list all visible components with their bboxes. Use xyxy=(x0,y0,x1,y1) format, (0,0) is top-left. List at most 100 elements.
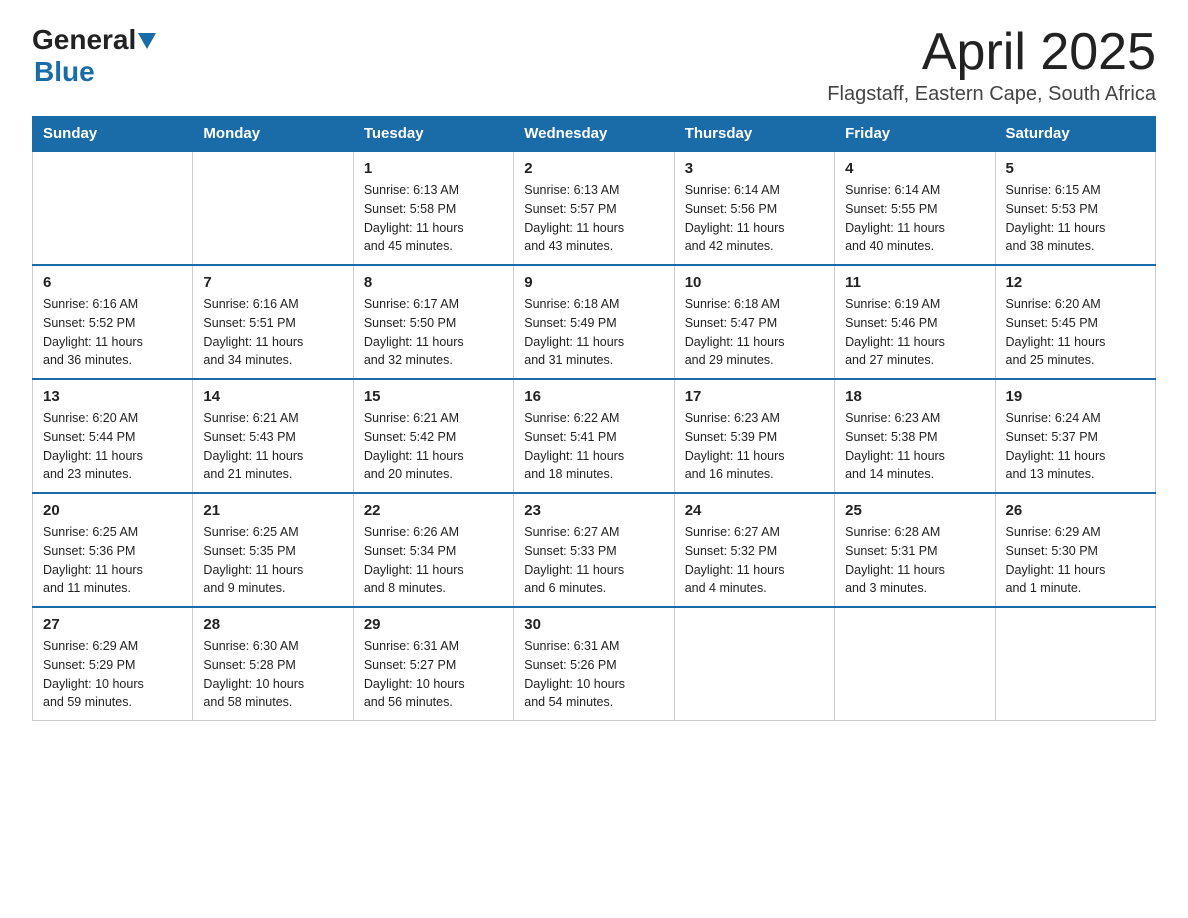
day-info: Sunrise: 6:27 AM Sunset: 5:33 PM Dayligh… xyxy=(524,523,663,598)
calendar-cell: 24Sunrise: 6:27 AM Sunset: 5:32 PM Dayli… xyxy=(674,493,834,607)
col-thursday: Thursday xyxy=(674,117,834,152)
calendar-cell: 25Sunrise: 6:28 AM Sunset: 5:31 PM Dayli… xyxy=(835,493,995,607)
col-wednesday: Wednesday xyxy=(514,117,674,152)
day-number: 28 xyxy=(203,616,342,633)
calendar-cell: 19 Sunrise: 6:24 AM Sunset: 5:37 PM Dayli… xyxy=(995,379,1155,493)
calendar-cell xyxy=(995,607,1155,721)
calendar-cell: 3Sunrise: 6:14 AM Sunset: 5:56 PM Daylig… xyxy=(674,151,834,265)
calendar-week-row: 6Sunrise: 6:16 AM Sunset: 5:52 PM Daylig… xyxy=(33,265,1156,379)
day-number: 14 xyxy=(203,388,342,405)
col-friday: Friday xyxy=(835,117,995,152)
day-info: Sunrise: 6:18 AM Sunset: 5:49 PM Dayligh… xyxy=(524,295,663,370)
calendar-cell: 18 Sunrise: 6:23 AM Sunset: 5:38 PM Dayli… xyxy=(835,379,995,493)
logo: General Blue xyxy=(32,24,156,88)
day-number: 29 xyxy=(364,616,503,633)
calendar-cell: 29 Sunrise: 6:31 AM Sunset: 5:27 PM Dayli… xyxy=(353,607,513,721)
day-number: 17 xyxy=(685,388,824,405)
day-number: 21 xyxy=(203,502,342,519)
day-info: Sunrise: 6:31 AM Sunset: 5:26 PM Dayligh… xyxy=(524,637,663,712)
day-number: 27 xyxy=(43,616,182,633)
day-number: 1 xyxy=(364,160,503,177)
calendar-cell: 15Sunrise: 6:21 AM Sunset: 5:42 PM Dayli… xyxy=(353,379,513,493)
calendar-cell: 30 Sunrise: 6:31 AM Sunset: 5:26 PM Dayli… xyxy=(514,607,674,721)
day-info: Sunrise: 6:29 AM Sunset: 5:29 PM Dayligh… xyxy=(43,637,182,712)
day-info: Sunrise: 6:25 AM Sunset: 5:35 PM Dayligh… xyxy=(203,523,342,598)
day-number: 2 xyxy=(524,160,663,177)
day-number: 12 xyxy=(1006,274,1145,291)
day-number: 24 xyxy=(685,502,824,519)
calendar-cell: 22 Sunrise: 6:26 AM Sunset: 5:34 PM Dayli… xyxy=(353,493,513,607)
day-info: Sunrise: 6:15 AM Sunset: 5:53 PM Dayligh… xyxy=(1006,181,1145,256)
calendar-cell: 21 Sunrise: 6:25 AM Sunset: 5:35 PM Dayli… xyxy=(193,493,353,607)
day-number: 22 xyxy=(364,502,503,519)
day-info: Sunrise: 6:29 AM Sunset: 5:30 PM Dayligh… xyxy=(1006,523,1145,598)
day-number: 26 xyxy=(1006,502,1145,519)
day-number: 7 xyxy=(203,274,342,291)
calendar-cell: 8 Sunrise: 6:17 AM Sunset: 5:50 PM Daylig… xyxy=(353,265,513,379)
day-info: Sunrise: 6:13 AM Sunset: 5:57 PM Dayligh… xyxy=(524,181,663,256)
calendar-week-row: 27 Sunrise: 6:29 AM Sunset: 5:29 PM Dayli… xyxy=(33,607,1156,721)
day-info: Sunrise: 6:24 AM Sunset: 5:37 PM Dayligh… xyxy=(1006,409,1145,484)
day-number: 5 xyxy=(1006,160,1145,177)
calendar-title: April 2025 xyxy=(827,24,1156,81)
day-info: Sunrise: 6:26 AM Sunset: 5:34 PM Dayligh… xyxy=(364,523,503,598)
calendar-cell: 28 Sunrise: 6:30 AM Sunset: 5:28 PM Dayli… xyxy=(193,607,353,721)
calendar-cell: 5 Sunrise: 6:15 AM Sunset: 5:53 PM Daylig… xyxy=(995,151,1155,265)
day-number: 11 xyxy=(845,274,984,291)
calendar-cell: 13Sunrise: 6:20 AM Sunset: 5:44 PM Dayli… xyxy=(33,379,193,493)
title-block: April 2025 Flagstaff, Eastern Cape, Sout… xyxy=(827,24,1156,106)
col-monday: Monday xyxy=(193,117,353,152)
calendar-cell: 26 Sunrise: 6:29 AM Sunset: 5:30 PM Dayli… xyxy=(995,493,1155,607)
day-number: 9 xyxy=(524,274,663,291)
day-info: Sunrise: 6:21 AM Sunset: 5:42 PM Dayligh… xyxy=(364,409,503,484)
day-info: Sunrise: 6:31 AM Sunset: 5:27 PM Dayligh… xyxy=(364,637,503,712)
calendar-table: Sunday Monday Tuesday Wednesday Thursday… xyxy=(32,116,1156,721)
logo-triangle-icon xyxy=(138,33,156,51)
day-info: Sunrise: 6:19 AM Sunset: 5:46 PM Dayligh… xyxy=(845,295,984,370)
calendar-cell xyxy=(193,151,353,265)
calendar-cell: 14 Sunrise: 6:21 AM Sunset: 5:43 PM Dayli… xyxy=(193,379,353,493)
calendar-cell: 2 Sunrise: 6:13 AM Sunset: 5:57 PM Daylig… xyxy=(514,151,674,265)
calendar-cell: 27 Sunrise: 6:29 AM Sunset: 5:29 PM Dayli… xyxy=(33,607,193,721)
calendar-cell: 4Sunrise: 6:14 AM Sunset: 5:55 PM Daylig… xyxy=(835,151,995,265)
day-info: Sunrise: 6:30 AM Sunset: 5:28 PM Dayligh… xyxy=(203,637,342,712)
header: General Blue April 2025 Flagstaff, Easte… xyxy=(32,24,1156,106)
day-info: Sunrise: 6:28 AM Sunset: 5:31 PM Dayligh… xyxy=(845,523,984,598)
day-info: Sunrise: 6:22 AM Sunset: 5:41 PM Dayligh… xyxy=(524,409,663,484)
logo-general-text: General xyxy=(32,24,136,56)
day-number: 23 xyxy=(524,502,663,519)
day-number: 10 xyxy=(685,274,824,291)
day-info: Sunrise: 6:23 AM Sunset: 5:38 PM Dayligh… xyxy=(845,409,984,484)
col-sunday: Sunday xyxy=(33,117,193,152)
day-info: Sunrise: 6:21 AM Sunset: 5:43 PM Dayligh… xyxy=(203,409,342,484)
day-number: 30 xyxy=(524,616,663,633)
day-number: 18 xyxy=(845,388,984,405)
day-number: 8 xyxy=(364,274,503,291)
day-number: 3 xyxy=(685,160,824,177)
calendar-cell: 11 Sunrise: 6:19 AM Sunset: 5:46 PM Dayli… xyxy=(835,265,995,379)
logo-blue-text: Blue xyxy=(34,56,95,88)
calendar-cell: 23 Sunrise: 6:27 AM Sunset: 5:33 PM Dayli… xyxy=(514,493,674,607)
day-number: 19 xyxy=(1006,388,1145,405)
day-number: 4 xyxy=(845,160,984,177)
day-number: 6 xyxy=(43,274,182,291)
calendar-cell: 1 Sunrise: 6:13 AM Sunset: 5:58 PM Daylig… xyxy=(353,151,513,265)
calendar-cell: 12 Sunrise: 6:20 AM Sunset: 5:45 PM Dayli… xyxy=(995,265,1155,379)
calendar-week-row: 20Sunrise: 6:25 AM Sunset: 5:36 PM Dayli… xyxy=(33,493,1156,607)
calendar-cell xyxy=(33,151,193,265)
day-info: Sunrise: 6:20 AM Sunset: 5:44 PM Dayligh… xyxy=(43,409,182,484)
day-number: 16 xyxy=(524,388,663,405)
col-saturday: Saturday xyxy=(995,117,1155,152)
calendar-location: Flagstaff, Eastern Cape, South Africa xyxy=(827,83,1156,106)
day-info: Sunrise: 6:18 AM Sunset: 5:47 PM Dayligh… xyxy=(685,295,824,370)
day-info: Sunrise: 6:13 AM Sunset: 5:58 PM Dayligh… xyxy=(364,181,503,256)
calendar-cell: 10 Sunrise: 6:18 AM Sunset: 5:47 PM Dayli… xyxy=(674,265,834,379)
calendar-week-row: 1 Sunrise: 6:13 AM Sunset: 5:58 PM Daylig… xyxy=(33,151,1156,265)
col-tuesday: Tuesday xyxy=(353,117,513,152)
day-info: Sunrise: 6:17 AM Sunset: 5:50 PM Dayligh… xyxy=(364,295,503,370)
calendar-cell xyxy=(674,607,834,721)
calendar-header-row: Sunday Monday Tuesday Wednesday Thursday… xyxy=(33,117,1156,152)
calendar-cell: 9 Sunrise: 6:18 AM Sunset: 5:49 PM Daylig… xyxy=(514,265,674,379)
day-info: Sunrise: 6:20 AM Sunset: 5:45 PM Dayligh… xyxy=(1006,295,1145,370)
calendar-cell: 16 Sunrise: 6:22 AM Sunset: 5:41 PM Dayli… xyxy=(514,379,674,493)
